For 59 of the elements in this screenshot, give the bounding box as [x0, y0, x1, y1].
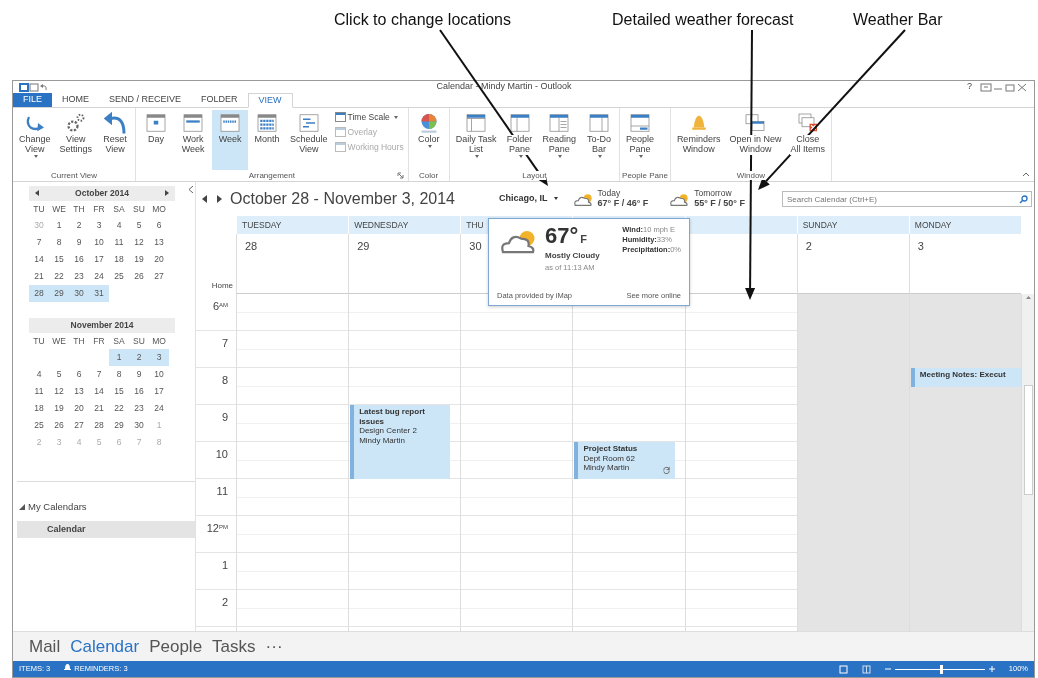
- time-zone-label: Home: [211, 280, 233, 292]
- weekday-label: TU: [32, 334, 46, 348]
- date-number: 3: [917, 240, 924, 252]
- group-label: Color: [419, 171, 439, 180]
- event-location: Design Center 2: [359, 426, 417, 436]
- temperature-range: 55° F / 50° F: [694, 197, 745, 208]
- hour-label: 6$^{AM}$: [212, 300, 228, 312]
- hour-label: 11: [216, 485, 228, 497]
- weekday-label: FR: [92, 334, 106, 348]
- event-title: Meeting Notes: Execut: [919, 370, 1006, 380]
- hour-label: 7: [221, 337, 228, 349]
- day-header: TUESDAY: [236, 216, 349, 234]
- event-title: Project Status: [583, 444, 638, 454]
- date-number: 29: [357, 240, 370, 252]
- day-header: SUNDAY: [796, 216, 909, 234]
- weather-day-label: Tomorrow: [694, 189, 733, 199]
- group-label: Current View: [51, 171, 98, 180]
- temperature-range: 67° F / 46° F: [597, 197, 649, 208]
- group-label: People Pane: [622, 171, 668, 180]
- callout-label: Click to change locations: [334, 10, 511, 30]
- date-number: 2: [805, 240, 812, 252]
- event-location: Dept Room 62: [583, 453, 635, 464]
- weekday-label: MO: [151, 202, 167, 216]
- group-label: Window: [736, 171, 766, 180]
- hour-label: 2: [221, 596, 228, 608]
- weekday-label: WE: [51, 202, 67, 216]
- month-title: October 2014: [75, 187, 129, 200]
- hour-label: 1: [221, 559, 228, 571]
- window-title: Calendar - Mindy Martin - Outlook: [435, 80, 573, 94]
- callout-label: Detailed weather forecast: [612, 10, 794, 30]
- event-organizer: Mindy Martin: [583, 463, 630, 473]
- callout-label: Weather Bar: [853, 10, 943, 30]
- month-title: November 2014: [70, 318, 134, 332]
- temperature-unit: F: [580, 233, 587, 245]
- weather-day-label: Today: [597, 189, 622, 199]
- hour-label: 12$^{PM}$: [206, 522, 228, 534]
- weekday-label: FR: [92, 202, 106, 216]
- date-number: 28: [245, 240, 258, 252]
- weekday-label: TU: [32, 202, 46, 216]
- group-label: Layout: [522, 171, 547, 180]
- hour-label: 9: [221, 411, 228, 423]
- group-label: Arrangement: [248, 171, 295, 180]
- hour-label: 8: [221, 374, 228, 386]
- event-organizer: Mindy Martin: [359, 435, 405, 446]
- event-title: Latest bug report issues: [359, 407, 426, 427]
- weekday-label: TH: [72, 202, 86, 216]
- day-header: MONDAY: [908, 216, 1021, 234]
- weekday-label: TH: [72, 334, 86, 348]
- day-header: WEDNESDAY: [348, 216, 461, 234]
- weekday-label: SU: [132, 202, 146, 216]
- date-number: 30: [469, 240, 482, 252]
- weekday-label: SA: [112, 202, 126, 216]
- weekday-label: WE: [51, 334, 67, 348]
- date-range-title: October 28 - November 3, 2014: [230, 189, 455, 209]
- weather-condition: Mostly Cloudy: [545, 249, 600, 262]
- weekday-label: SU: [132, 334, 146, 348]
- hour-label: 10: [215, 448, 228, 460]
- weekday-label: SA: [112, 334, 126, 348]
- weekday-label: MO: [151, 334, 167, 348]
